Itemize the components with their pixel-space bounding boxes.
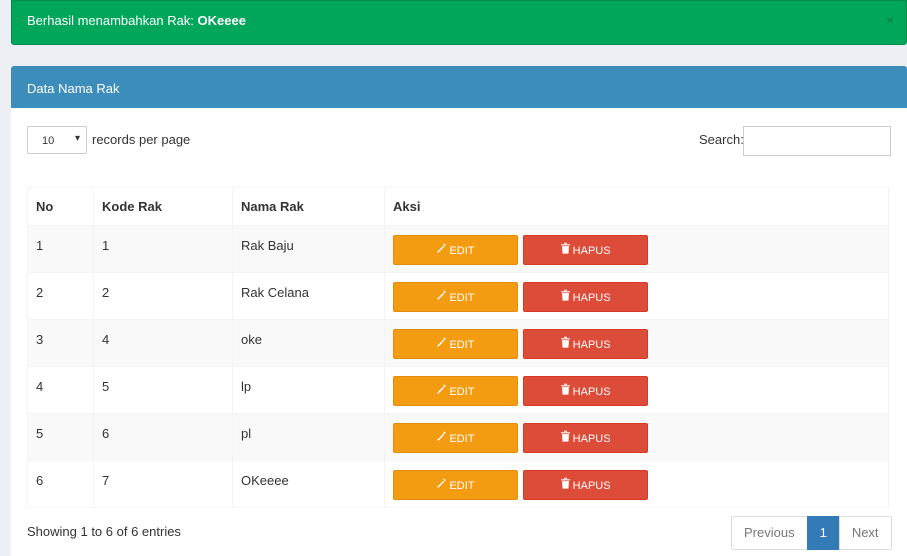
delete-button[interactable]: HAPUS — [522, 470, 648, 500]
box-title: Data Nama Rak — [27, 81, 120, 96]
table-row: 2 2 Rak Celana EDIT HAPUS — [27, 272, 889, 320]
edit-button-label: EDIT — [449, 386, 475, 398]
cell-nama-rak: pl — [232, 413, 385, 461]
column-header-aksi: Aksi — [384, 187, 889, 226]
trash-icon — [560, 424, 571, 452]
trash-icon — [560, 377, 571, 405]
pencil-icon — [436, 424, 447, 452]
pagination-next[interactable]: Next — [838, 516, 892, 550]
chevron-down-icon: ▾ — [74, 133, 80, 144]
edit-button-label: EDIT — [449, 245, 475, 257]
edit-button-label: EDIT — [449, 433, 475, 445]
cell-aksi: EDIT HAPUS — [384, 225, 889, 273]
pagination-page-1[interactable]: 1 — [806, 516, 840, 550]
table-header-row: No Kode Rak Nama Rak Aksi — [27, 187, 889, 226]
edit-button-label: EDIT — [449, 292, 475, 304]
edit-button[interactable]: EDIT — [393, 329, 518, 359]
cell-no: 2 — [27, 272, 94, 320]
delete-button-label: HAPUS — [572, 480, 611, 492]
cell-aksi: EDIT HAPUS — [384, 319, 889, 367]
box-header: Data Nama Rak — [11, 69, 907, 108]
pagination-previous[interactable]: Previous — [731, 516, 808, 550]
success-alert: Berhasil menambahkan Rak: OKeeee × — [11, 0, 907, 45]
edit-button[interactable]: EDIT — [393, 376, 518, 406]
rak-box: Data Nama Rak 10 ▾ records per page Sear… — [11, 66, 907, 556]
records-per-page-label: records per page — [92, 132, 191, 147]
cell-aksi: EDIT HAPUS — [384, 460, 889, 508]
search-label: Search: — [699, 132, 744, 147]
cell-kode-rak: 6 — [93, 413, 233, 461]
cell-no: 4 — [27, 366, 94, 414]
cell-nama-rak: Rak Celana — [232, 272, 385, 320]
alert-message: Berhasil menambahkan Rak: OKeeee — [27, 13, 246, 28]
cell-kode-rak: 1 — [93, 225, 233, 273]
column-header-kode-rak[interactable]: Kode Rak — [93, 187, 233, 226]
edit-button-label: EDIT — [449, 480, 475, 492]
cell-no: 3 — [27, 319, 94, 367]
cell-aksi: EDIT HAPUS — [384, 413, 889, 461]
pencil-icon — [436, 471, 447, 499]
rak-table: No Kode Rak Nama Rak Aksi 1 1 Rak Baju EDIT… — [27, 187, 889, 508]
pencil-icon — [436, 377, 447, 405]
pagination: Previous 1 Next — [731, 516, 892, 550]
column-header-nama-rak[interactable]: Nama Rak — [232, 187, 385, 226]
delete-button[interactable]: HAPUS — [522, 376, 648, 406]
delete-button[interactable]: HAPUS — [522, 329, 648, 359]
column-header-no[interactable]: No — [27, 187, 94, 226]
edit-button[interactable]: EDIT — [393, 423, 518, 453]
cell-kode-rak: 7 — [93, 460, 233, 508]
cell-aksi: EDIT HAPUS — [384, 272, 889, 320]
delete-button[interactable]: HAPUS — [522, 423, 648, 453]
delete-button[interactable]: HAPUS — [522, 235, 648, 265]
trash-icon — [560, 471, 571, 499]
delete-button[interactable]: HAPUS — [522, 282, 648, 312]
edit-button[interactable]: EDIT — [393, 235, 518, 265]
pencil-icon — [436, 283, 447, 311]
table-row: 1 1 Rak Baju EDIT HAPUS — [27, 225, 889, 273]
trash-icon — [560, 283, 571, 311]
cell-nama-rak: lp — [232, 366, 385, 414]
table-row: 6 7 OKeeee EDIT HAPUS — [27, 460, 889, 508]
table-row: 4 5 lp EDIT HAPUS — [27, 366, 889, 414]
delete-button-label: HAPUS — [572, 386, 611, 398]
cell-aksi: EDIT HAPUS — [384, 366, 889, 414]
alert-message-text: Berhasil menambahkan Rak: — [27, 13, 194, 28]
pencil-icon — [436, 330, 447, 358]
table-info: Showing 1 to 6 of 6 entries — [27, 524, 181, 539]
cell-no: 6 — [27, 460, 94, 508]
pencil-icon — [436, 236, 447, 264]
cell-kode-rak: 2 — [93, 272, 233, 320]
records-per-page-value: 10 — [42, 135, 55, 147]
delete-button-label: HAPUS — [572, 245, 611, 257]
cell-no: 5 — [27, 413, 94, 461]
table-row: 5 6 pl EDIT HAPUS — [27, 413, 889, 461]
trash-icon — [560, 330, 571, 358]
cell-no: 1 — [27, 225, 94, 273]
delete-button-label: HAPUS — [572, 339, 611, 351]
edit-button-label: EDIT — [449, 339, 475, 351]
delete-button-label: HAPUS — [572, 292, 611, 304]
cell-nama-rak: Rak Baju — [232, 225, 385, 273]
cell-kode-rak: 5 — [93, 366, 233, 414]
records-per-page-select[interactable]: 10 ▾ — [27, 126, 87, 154]
edit-button[interactable]: EDIT — [393, 282, 518, 312]
alert-message-highlight: OKeeee — [197, 13, 246, 28]
cell-kode-rak: 4 — [93, 319, 233, 367]
search-input[interactable] — [743, 126, 891, 156]
table-row: 3 4 oke EDIT HAPUS — [27, 319, 889, 367]
trash-icon — [560, 236, 571, 264]
edit-button[interactable]: EDIT — [393, 470, 518, 500]
delete-button-label: HAPUS — [572, 433, 611, 445]
cell-nama-rak: OKeeee — [232, 460, 385, 508]
cell-nama-rak: oke — [232, 319, 385, 367]
close-icon[interactable]: × — [886, 12, 894, 28]
